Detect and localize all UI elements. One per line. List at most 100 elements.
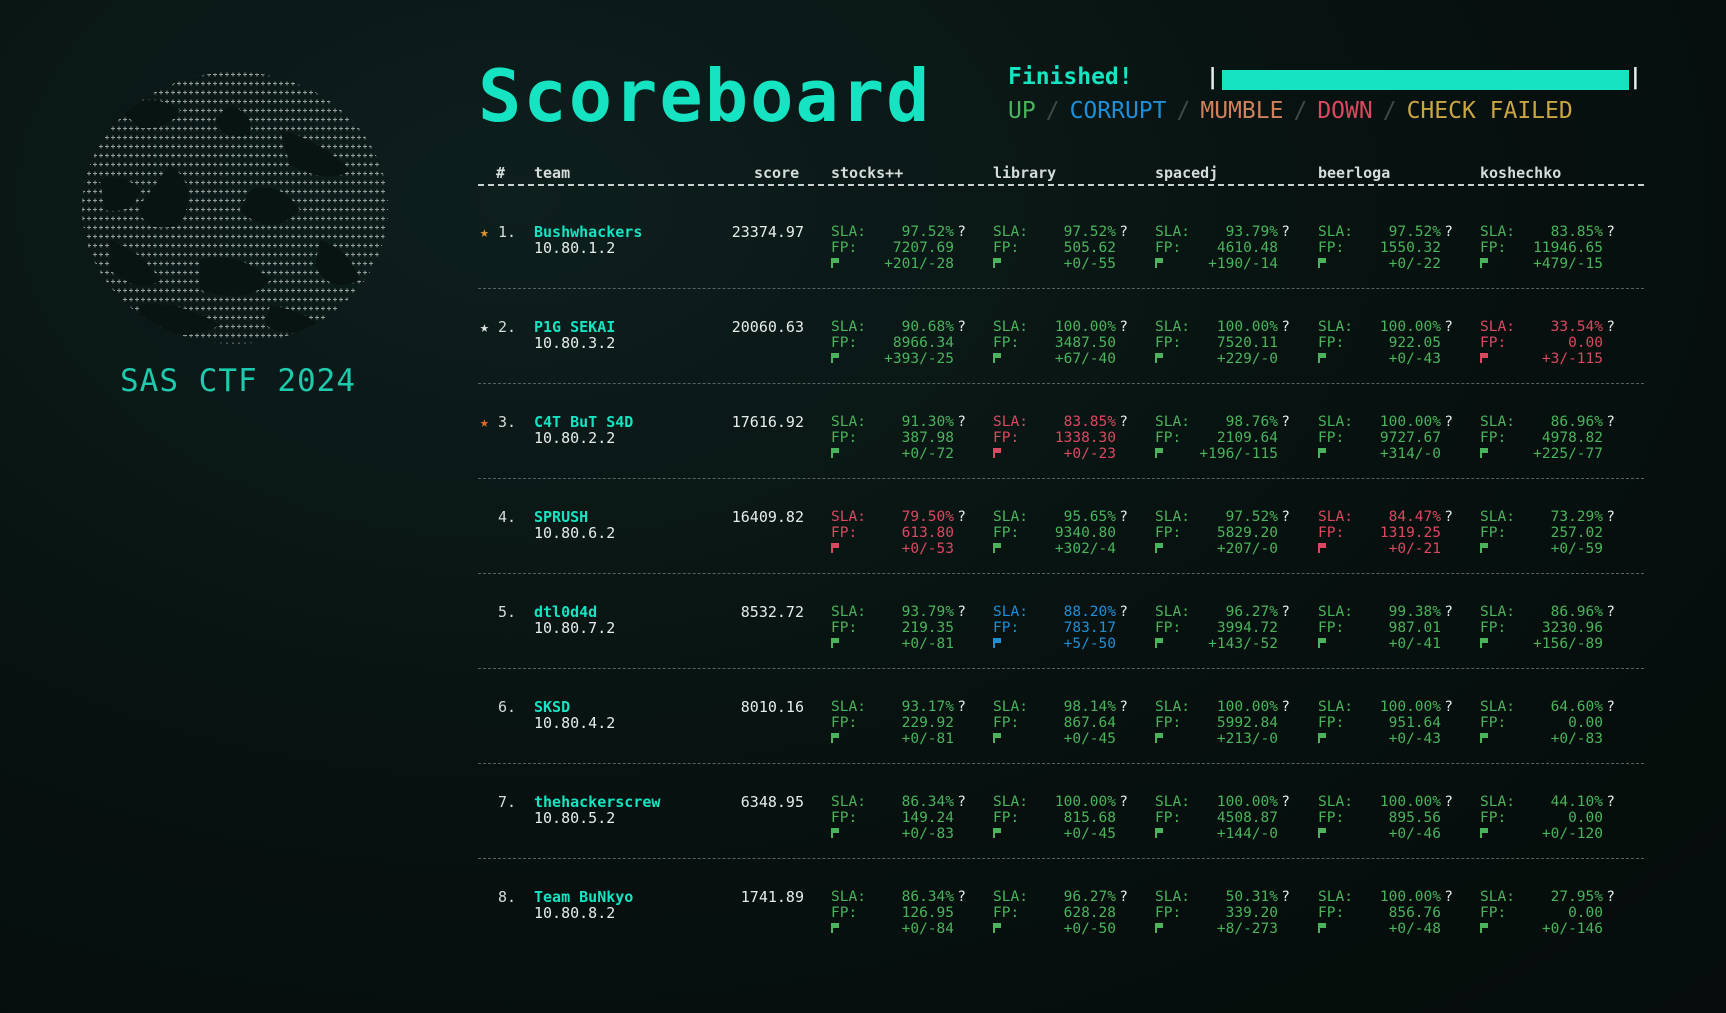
help-icon[interactable]: ? bbox=[1119, 224, 1128, 240]
help-icon[interactable]: ? bbox=[1281, 414, 1290, 430]
help-icon[interactable]: ? bbox=[1281, 794, 1290, 810]
service-cell[interactable]: SLA: 86.96%? FP: 3230.96 +156/-89 bbox=[1480, 604, 1615, 652]
team-name[interactable]: C4T BuT S4D bbox=[534, 414, 734, 430]
service-cell[interactable]: SLA: 86.34%? FP: 149.24 +0/-83 bbox=[831, 794, 966, 842]
service-cell[interactable]: SLA: 27.95%? FP: 0.00 +0/-146 bbox=[1480, 889, 1615, 937]
team-name[interactable]: SPRUSH bbox=[534, 509, 734, 525]
team-name[interactable]: P1G SEKAI bbox=[534, 319, 734, 335]
team-cell: P1G SEKAI 10.80.3.2 bbox=[534, 319, 734, 351]
fp-label: FP: bbox=[993, 335, 1020, 351]
service-cell[interactable]: SLA: 93.79%? FP: 4610.48 +190/-14 bbox=[1155, 224, 1290, 272]
help-icon[interactable]: ? bbox=[1281, 319, 1290, 335]
table-row[interactable]: 5. dtl0d4d 10.80.7.2 8532.72 SLA: 93.79%? FP: 2… bbox=[478, 574, 1644, 668]
help-icon[interactable]: ? bbox=[957, 889, 966, 905]
service-cell[interactable]: SLA: 97.52%? FP: 1550.32 +0/-22 bbox=[1318, 224, 1453, 272]
help-icon[interactable]: ? bbox=[1281, 699, 1290, 715]
help-icon[interactable]: ? bbox=[1606, 889, 1615, 905]
help-icon[interactable]: ? bbox=[1606, 604, 1615, 620]
service-cell[interactable]: SLA: 97.52%? FP: 7207.69 +201/-28 bbox=[831, 224, 966, 272]
service-cell[interactable]: SLA: 95.65%? FP: 9340.80 +302/-4 bbox=[993, 509, 1128, 557]
help-icon[interactable]: ? bbox=[1444, 794, 1453, 810]
service-cell[interactable]: SLA: 100.00%? FP: 4508.87 +144/-0 bbox=[1155, 794, 1290, 842]
help-icon[interactable]: ? bbox=[1606, 699, 1615, 715]
service-cell[interactable]: SLA: 83.85%? FP: 1338.30 +0/-23 bbox=[993, 414, 1128, 462]
service-cell[interactable]: SLA: 100.00%? FP: 951.64 +0/-43 bbox=[1318, 699, 1453, 747]
service-cell[interactable]: SLA: 98.14%? FP: 867.64 +0/-45 bbox=[993, 699, 1128, 747]
help-icon[interactable]: ? bbox=[1606, 794, 1615, 810]
team-name[interactable]: Team BuNkyo bbox=[534, 889, 734, 905]
service-cell[interactable]: SLA: 99.38%? FP: 987.01 +0/-41 bbox=[1318, 604, 1453, 652]
service-cell[interactable]: SLA: 86.96%? FP: 4978.82 +225/-77 bbox=[1480, 414, 1615, 462]
table-row[interactable]: ★ 1. Bushwhackers 10.80.1.2 23374.97 SLA: 97.… bbox=[478, 186, 1644, 288]
sla-value: 100.00% bbox=[1379, 319, 1441, 335]
help-icon[interactable]: ? bbox=[957, 794, 966, 810]
service-cell[interactable]: SLA: 96.27%? FP: 628.28 +0/-50 bbox=[993, 889, 1128, 937]
service-cell[interactable]: SLA: 84.47%? FP: 1319.25 +0/-21 bbox=[1318, 509, 1453, 557]
service-cell[interactable]: SLA: 91.30%? FP: 387.98 +0/-72 bbox=[831, 414, 966, 462]
service-cell[interactable]: SLA: 64.60%? FP: 0.00 +0/-83 bbox=[1480, 699, 1615, 747]
help-icon[interactable]: ? bbox=[1119, 604, 1128, 620]
help-icon[interactable]: ? bbox=[1119, 319, 1128, 335]
help-icon[interactable]: ? bbox=[1606, 509, 1615, 525]
service-cell[interactable]: SLA: 100.00%? FP: 9727.67 +314/-0 bbox=[1318, 414, 1453, 462]
service-cell[interactable]: SLA: 33.54%? FP: 0.00 +3/-115 bbox=[1480, 319, 1615, 367]
table-row[interactable]: ★ 2. P1G SEKAI 10.80.3.2 20060.63 SLA: 90.68%… bbox=[478, 289, 1644, 383]
service-cell[interactable]: SLA: 44.10%? FP: 0.00 +0/-120 bbox=[1480, 794, 1615, 842]
help-icon[interactable]: ? bbox=[1444, 414, 1453, 430]
table-row[interactable]: 4. SPRUSH 10.80.6.2 16409.82 SLA: 79.50%? FP: 6… bbox=[478, 479, 1644, 573]
help-icon[interactable]: ? bbox=[957, 509, 966, 525]
fp-line: FP: 815.68 bbox=[993, 810, 1128, 826]
service-cell[interactable]: SLA: 100.00%? FP: 7520.11 +229/-0 bbox=[1155, 319, 1290, 367]
service-cell[interactable]: SLA: 97.52%? FP: 5829.20 +207/-0 bbox=[1155, 509, 1290, 557]
service-cell[interactable]: SLA: 98.76%? FP: 2109.64 +196/-115 bbox=[1155, 414, 1290, 462]
service-cell[interactable]: SLA: 83.85%? FP: 11946.65 +479/-15 bbox=[1480, 224, 1615, 272]
help-icon[interactable]: ? bbox=[1444, 509, 1453, 525]
table-row[interactable]: ★ 3. C4T BuT S4D 10.80.2.2 17616.92 SLA: 91.3… bbox=[478, 384, 1644, 478]
table-row[interactable]: 6. SKSD 10.80.4.2 8010.16 SLA: 93.17%? FP: 229.… bbox=[478, 669, 1644, 763]
help-icon[interactable]: ? bbox=[1606, 414, 1615, 430]
help-icon[interactable]: ? bbox=[1281, 509, 1290, 525]
team-name[interactable]: SKSD bbox=[534, 699, 734, 715]
help-icon[interactable]: ? bbox=[1444, 224, 1453, 240]
service-cell[interactable]: SLA: 100.00%? FP: 895.56 +0/-46 bbox=[1318, 794, 1453, 842]
service-cell[interactable]: SLA: 88.20%? FP: 783.17 +5/-50 bbox=[993, 604, 1128, 652]
help-icon[interactable]: ? bbox=[1444, 699, 1453, 715]
service-cell[interactable]: SLA: 100.00%? FP: 856.76 +0/-48 bbox=[1318, 889, 1453, 937]
help-icon[interactable]: ? bbox=[1606, 224, 1615, 240]
help-icon[interactable]: ? bbox=[1281, 889, 1290, 905]
help-icon[interactable]: ? bbox=[1119, 414, 1128, 430]
help-icon[interactable]: ? bbox=[1444, 604, 1453, 620]
service-cell[interactable]: SLA: 79.50%? FP: 613.80 +0/-53 bbox=[831, 509, 966, 557]
service-cell[interactable]: SLA: 86.34%? FP: 126.95 +0/-84 bbox=[831, 889, 966, 937]
service-cell[interactable]: SLA: 96.27%? FP: 3994.72 +143/-52 bbox=[1155, 604, 1290, 652]
help-icon[interactable]: ? bbox=[1119, 509, 1128, 525]
table-row[interactable]: 7. thehackerscrew 10.80.5.2 6348.95 SLA: 86.3… bbox=[478, 764, 1644, 858]
team-name[interactable]: thehackerscrew bbox=[534, 794, 734, 810]
service-cell[interactable]: SLA: 50.31%? FP: 339.20 +8/-273 bbox=[1155, 889, 1290, 937]
service-cell[interactable]: SLA: 100.00%? FP: 5992.84 +213/-0 bbox=[1155, 699, 1290, 747]
help-icon[interactable]: ? bbox=[1444, 319, 1453, 335]
service-cell[interactable]: SLA: 93.79%? FP: 219.35 +0/-81 bbox=[831, 604, 966, 652]
help-icon[interactable]: ? bbox=[957, 319, 966, 335]
help-icon[interactable]: ? bbox=[1281, 604, 1290, 620]
help-icon[interactable]: ? bbox=[957, 699, 966, 715]
help-icon[interactable]: ? bbox=[1281, 224, 1290, 240]
service-cell[interactable]: SLA: 100.00%? FP: 3487.50 +67/-40 bbox=[993, 319, 1128, 367]
help-icon[interactable]: ? bbox=[957, 604, 966, 620]
help-icon[interactable]: ? bbox=[957, 414, 966, 430]
help-icon[interactable]: ? bbox=[1119, 699, 1128, 715]
table-row[interactable]: 8. Team BuNkyo 10.80.8.2 1741.89 SLA: 86.34%?… bbox=[478, 859, 1644, 953]
team-name[interactable]: dtl0d4d bbox=[534, 604, 734, 620]
service-cell[interactable]: SLA: 100.00%? FP: 815.68 +0/-45 bbox=[993, 794, 1128, 842]
help-icon[interactable]: ? bbox=[1444, 889, 1453, 905]
service-cell[interactable]: SLA: 90.68%? FP: 8966.34 +393/-25 bbox=[831, 319, 966, 367]
help-icon[interactable]: ? bbox=[1606, 319, 1615, 335]
service-cell[interactable]: SLA: 100.00%? FP: 922.05 +0/-43 bbox=[1318, 319, 1453, 367]
help-icon[interactable]: ? bbox=[1119, 794, 1128, 810]
service-cell[interactable]: SLA: 93.17%? FP: 229.92 +0/-81 bbox=[831, 699, 966, 747]
service-cell[interactable]: SLA: 97.52%? FP: 505.62 +0/-55 bbox=[993, 224, 1128, 272]
help-icon[interactable]: ? bbox=[957, 224, 966, 240]
help-icon[interactable]: ? bbox=[1119, 889, 1128, 905]
service-cell[interactable]: SLA: 73.29%? FP: 257.02 +0/-59 bbox=[1480, 509, 1615, 557]
team-name[interactable]: Bushwhackers bbox=[534, 224, 734, 240]
